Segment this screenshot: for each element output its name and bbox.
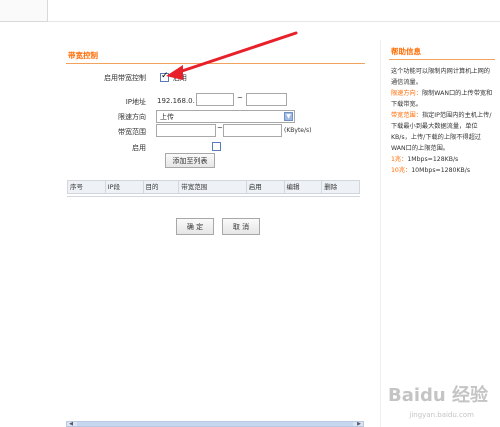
direction-label: 限速方向 <box>118 113 146 121</box>
help-panel: 帮助信息 这个功能可以限制内网计算机上网的通信流量。 限速方向：限制WAN口的上… <box>380 40 495 427</box>
help-intro: 这个功能可以限制内网计算机上网的通信流量。 <box>391 68 490 86</box>
add-to-list-button[interactable]: 添加至列表 <box>165 153 215 168</box>
top-divider <box>48 21 500 22</box>
help-line2-desc: 10Mbps=1280KB/s <box>411 167 471 174</box>
col-index: 序号 <box>68 181 106 193</box>
range-unit: (KByte/s) <box>284 127 312 134</box>
help-divider <box>389 59 495 60</box>
chevron-down-icon[interactable]: ▼ <box>284 112 293 121</box>
range-separator: ~ <box>217 124 223 132</box>
enable-bandwidth-label: 启用带宽控制 <box>104 74 146 82</box>
enable-bandwidth-checkbox[interactable] <box>160 71 169 82</box>
enable-checkbox-text: 启用 <box>173 74 187 82</box>
help-range-term: 带宽范围： <box>391 112 422 119</box>
baidu-watermark: Baidu 经验 <box>387 385 488 406</box>
direction-select-value: 上传 <box>160 112 174 121</box>
help-line1-term: 1兆： <box>391 156 408 163</box>
bandwidth-range-label: 带宽范围 <box>118 128 146 136</box>
direction-select[interactable]: 上传 ▼ <box>156 110 295 123</box>
ip-separator: ~ <box>237 94 243 102</box>
scroll-right-icon[interactable]: ▶ <box>355 422 363 427</box>
ip-end-input[interactable] <box>246 93 287 106</box>
section-title: 带宽控制 <box>68 51 98 60</box>
range-min-input[interactable] <box>156 124 216 137</box>
col-edit: 编辑 <box>285 181 323 193</box>
horizontal-scrollbar[interactable]: ◀ ▶ <box>66 421 364 427</box>
baidu-watermark-site: jingyan.baidu.com <box>409 411 474 419</box>
col-enable: 启用 <box>247 181 285 193</box>
scroll-left-icon[interactable]: ◀ <box>67 422 75 427</box>
help-title: 帮助信息 <box>391 47 421 56</box>
title-divider <box>66 63 365 64</box>
rules-table-body <box>67 194 360 197</box>
cancel-button[interactable]: 取 消 <box>222 218 260 235</box>
top-tab[interactable] <box>0 0 48 22</box>
rule-enable-checkbox[interactable] <box>212 142 221 151</box>
range-max-input[interactable] <box>223 124 282 137</box>
rule-enable-label: 启用 <box>132 144 146 152</box>
confirm-button[interactable]: 确 定 <box>176 218 214 235</box>
col-delete: 删除 <box>324 183 338 191</box>
col-bandwidth: 带宽范围 <box>179 181 247 193</box>
help-line2-term: 10兆： <box>391 167 412 174</box>
help-direction-term: 限速方向： <box>391 90 422 97</box>
ip-prefix-text: 192.168.0. <box>157 97 195 105</box>
scroll-thumb[interactable] <box>77 422 353 426</box>
col-ip-range: IP段 <box>106 181 144 193</box>
bandwidth-control-panel: 带宽控制 启用带宽控制 启用 IP地址 192.168.0. ~ 限速方向 上传… <box>60 40 365 427</box>
rules-table-header: 序号 IP段 目的 带宽范围 启用 编辑 删除 <box>67 180 360 194</box>
ip-start-input[interactable] <box>196 93 234 106</box>
help-text: 这个功能可以限制内网计算机上网的通信流量。 限速方向：限制WAN口的上传带宽和下… <box>391 66 495 176</box>
ip-address-label: IP地址 <box>125 98 146 106</box>
col-destination: 目的 <box>144 181 180 193</box>
help-line1-desc: 1Mbps=128KB/s <box>407 156 459 163</box>
